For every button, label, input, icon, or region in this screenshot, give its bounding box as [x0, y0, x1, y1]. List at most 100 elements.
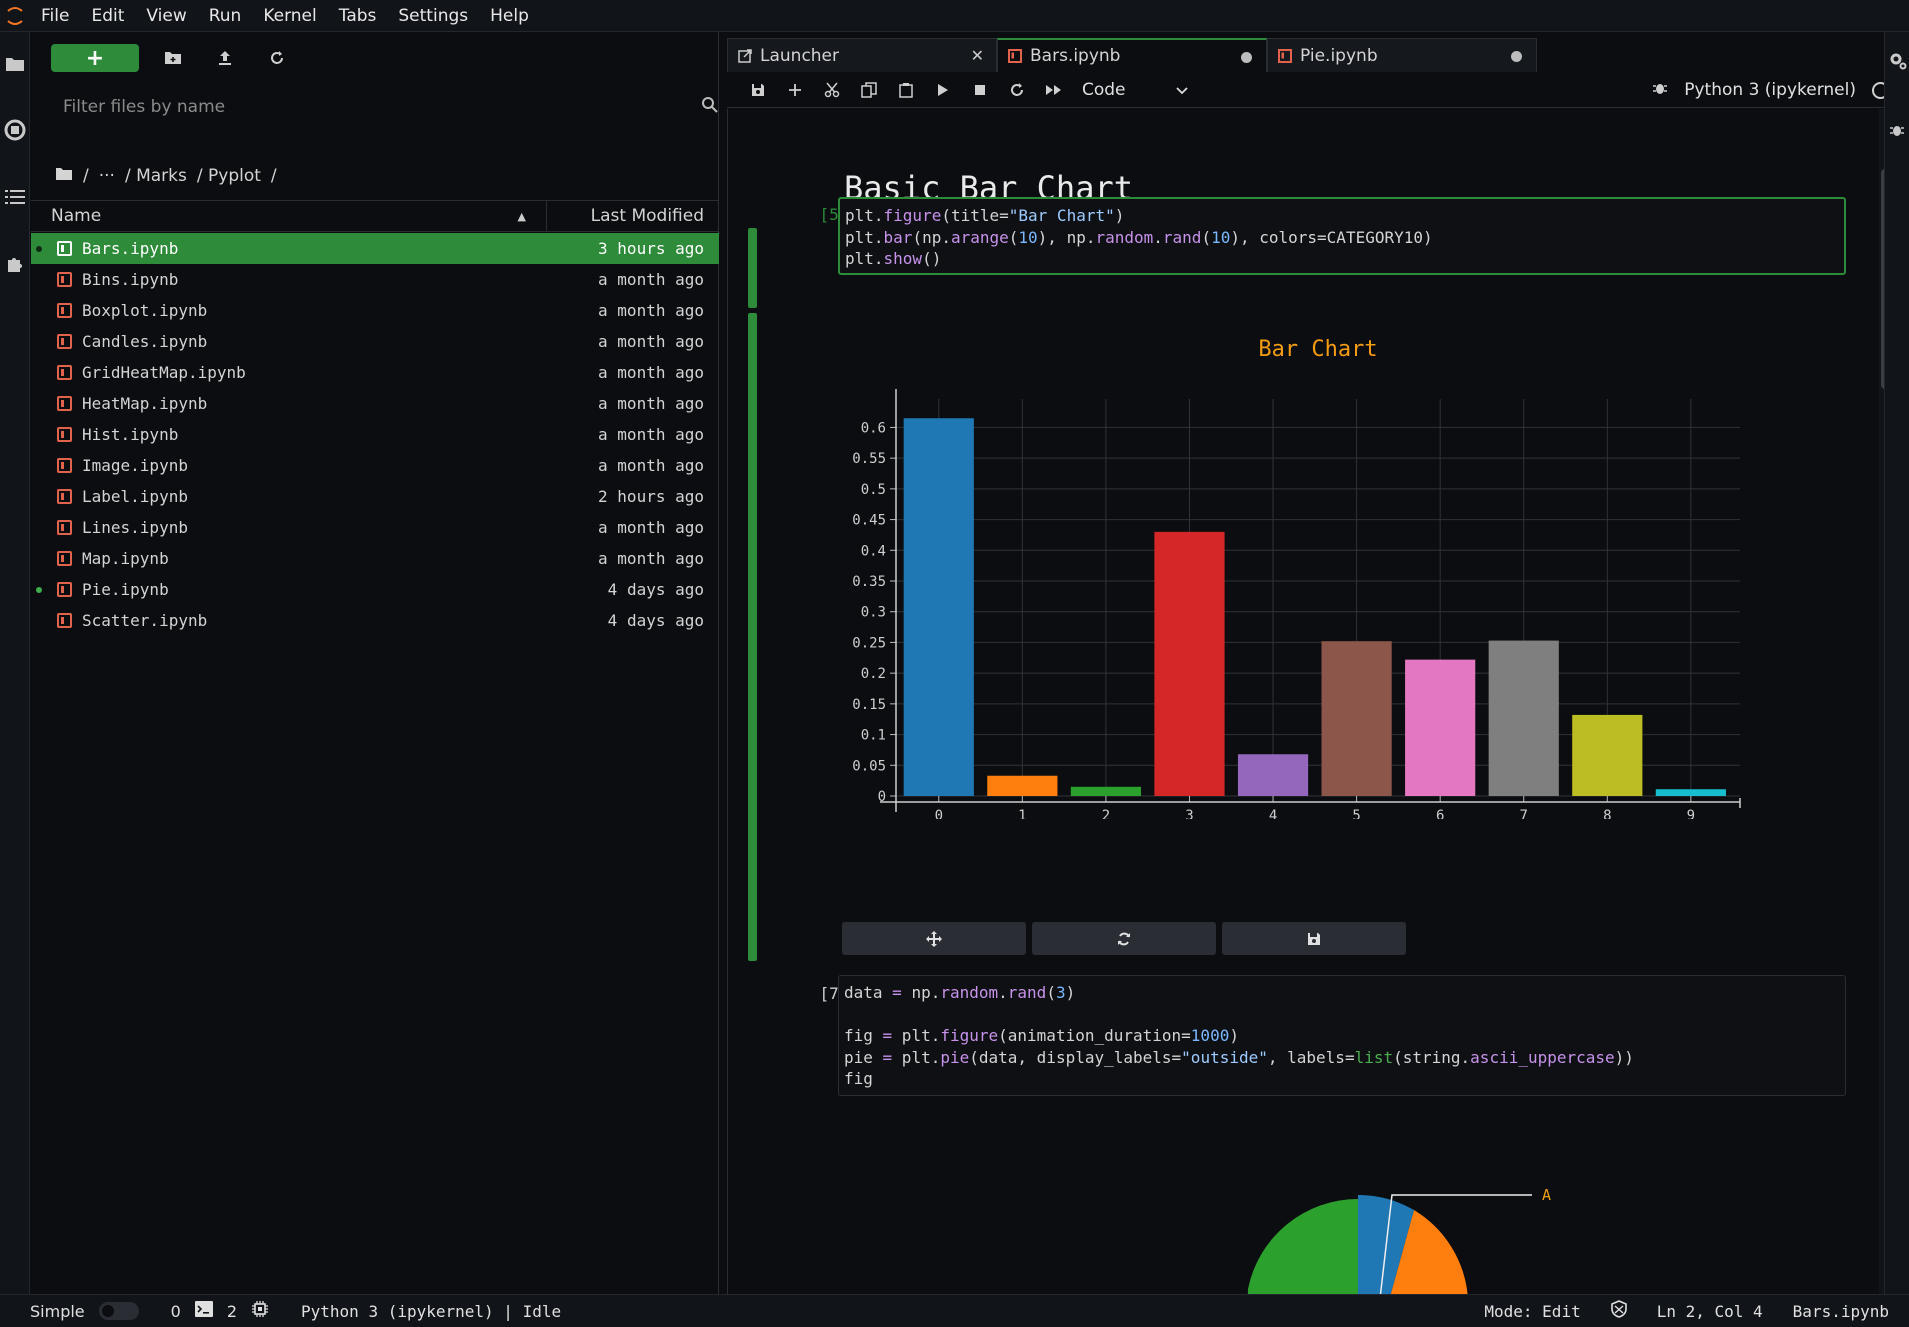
- save-figure-button[interactable]: [1222, 922, 1406, 955]
- file-row[interactable]: Scatter.ipynb 4 days ago: [31, 605, 719, 636]
- file-modified: 3 hours ago: [598, 239, 704, 258]
- menu-edit[interactable]: Edit: [80, 0, 135, 32]
- current-file-name: Bars.ipynb: [1792, 1301, 1889, 1321]
- stop-icon[interactable]: [961, 76, 998, 104]
- paste-icon[interactable]: [887, 76, 924, 104]
- extension-puzzle-icon[interactable]: [3, 252, 27, 276]
- pan-zoom-button[interactable]: [842, 922, 1026, 955]
- upload-icon[interactable]: [199, 44, 251, 72]
- tab-bars-notebook[interactable]: Bars.ipynb: [997, 38, 1267, 72]
- refresh-icon: [1118, 932, 1130, 945]
- file-row[interactable]: Hist.ipynb a month ago: [31, 419, 719, 450]
- output-collapser[interactable]: [748, 313, 757, 961]
- breadcrumb-marks[interactable]: / Marks: [125, 166, 187, 186]
- file-row[interactable]: Boxplot.ipynb a month ago: [31, 295, 719, 326]
- file-modified: a month ago: [598, 549, 704, 568]
- folder-icon[interactable]: [3, 52, 27, 76]
- notebook-icon: [57, 272, 72, 287]
- tab-pie-notebook[interactable]: Pie.ipynb: [1267, 38, 1537, 72]
- reset-button[interactable]: [1032, 922, 1216, 955]
- kernel-count[interactable]: 2: [227, 1302, 237, 1321]
- menu-kernel[interactable]: Kernel: [252, 0, 327, 32]
- running-indicator-icon: [36, 586, 42, 593]
- menu-help[interactable]: Help: [479, 0, 540, 32]
- debugger-icon[interactable]: [1889, 122, 1905, 142]
- cut-icon[interactable]: [813, 76, 850, 104]
- debugger-icon[interactable]: [1652, 80, 1668, 101]
- menu-view[interactable]: View: [135, 0, 197, 32]
- file-modified: a month ago: [598, 301, 704, 320]
- run-icon[interactable]: [924, 76, 961, 104]
- home-folder-icon[interactable]: [55, 166, 73, 186]
- new-launcher-button[interactable]: +: [51, 44, 139, 72]
- cell-collapser[interactable]: [748, 228, 757, 308]
- menu-tabs[interactable]: Tabs: [328, 0, 388, 32]
- tab-launcher[interactable]: Launcher ✕: [727, 38, 997, 72]
- x-tick-label: 7: [1520, 808, 1528, 819]
- tab-label: Pie.ipynb: [1300, 45, 1378, 66]
- name-column-header[interactable]: Name ▲: [31, 201, 547, 231]
- restart-run-all-icon[interactable]: [1035, 76, 1072, 104]
- new-folder-icon[interactable]: [147, 44, 199, 72]
- modified-column-header[interactable]: Last Modified: [547, 206, 719, 226]
- file-row[interactable]: Bins.ipynb a month ago: [31, 264, 719, 295]
- copy-icon[interactable]: [850, 76, 887, 104]
- file-row[interactable]: Map.ipynb a month ago: [31, 543, 719, 574]
- file-row[interactable]: Image.ipynb a month ago: [31, 450, 719, 481]
- pie-slice-c: [1247, 1198, 1358, 1294]
- notebook-icon: [57, 489, 72, 504]
- table-of-contents-icon[interactable]: [3, 185, 27, 209]
- file-row[interactable]: Candles.ipynb a month ago: [31, 326, 719, 357]
- file-row[interactable]: HeatMap.ipynb a month ago: [31, 388, 719, 419]
- code-cell-editor[interactable]: plt.figure(title="Bar Chart") plt.bar(np…: [838, 197, 1846, 275]
- property-inspector-icon[interactable]: [1889, 52, 1907, 74]
- restart-kernel-icon[interactable]: [998, 76, 1035, 104]
- file-name: GridHeatMap.ipynb: [82, 363, 246, 382]
- cell-type-select[interactable]: Code: [1082, 80, 1188, 100]
- search-icon[interactable]: [701, 96, 719, 118]
- terminal-count[interactable]: 0: [171, 1302, 181, 1321]
- code-cell-editor[interactable]: data = np.random.rand(3) fig = plt.figur…: [838, 975, 1846, 1096]
- breadcrumb-root[interactable]: /: [83, 166, 89, 186]
- file-name: Scatter.ipynb: [82, 611, 208, 630]
- file-browser: + / ··· / Marks / Pyplot / Name ▲ Last M…: [31, 32, 719, 1294]
- breadcrumb-pyplot[interactable]: / Pyplot: [197, 166, 261, 186]
- menu-settings[interactable]: Settings: [387, 0, 479, 32]
- kernel-status-text[interactable]: Python 3 (ipykernel) | Idle: [301, 1302, 561, 1321]
- unsaved-indicator-icon[interactable]: [1241, 52, 1252, 63]
- file-modified: a month ago: [598, 363, 704, 382]
- bar: [1488, 640, 1559, 796]
- kernel-name[interactable]: Python 3 (ipykernel): [1684, 80, 1856, 100]
- simple-mode-toggle[interactable]: [98, 1302, 139, 1320]
- trusted-shield-icon[interactable]: [1610, 1300, 1627, 1322]
- filter-input[interactable]: [51, 97, 651, 117]
- file-row[interactable]: Pie.ipynb 4 days ago: [31, 574, 719, 605]
- file-row[interactable]: Bars.ipynb 3 hours ago: [31, 233, 719, 264]
- cell-type-value: Code: [1082, 79, 1126, 100]
- cursor-position[interactable]: Ln 2, Col 4: [1657, 1302, 1763, 1321]
- file-row[interactable]: GridHeatMap.ipynb a month ago: [31, 357, 719, 388]
- file-row[interactable]: Lines.ipynb a month ago: [31, 512, 719, 543]
- name-column-label: Name: [51, 206, 102, 226]
- notebook-icon: [57, 241, 72, 256]
- file-row[interactable]: Label.ipynb 2 hours ago: [31, 481, 719, 512]
- unsaved-indicator-icon[interactable]: [1511, 51, 1522, 62]
- add-cell-icon[interactable]: [776, 76, 813, 104]
- close-icon[interactable]: ✕: [971, 46, 984, 65]
- sort-ascending-icon: ▲: [517, 209, 526, 223]
- file-modified: 2 hours ago: [598, 487, 704, 506]
- menu-run[interactable]: Run: [198, 0, 253, 32]
- running-sessions-icon[interactable]: [3, 118, 27, 142]
- y-tick-label: 0.4: [861, 543, 886, 559]
- notebook-icon: [57, 365, 72, 380]
- menu-file[interactable]: File: [30, 0, 80, 32]
- y-tick-label: 0.25: [852, 635, 886, 651]
- bar: [1237, 754, 1309, 796]
- save-icon[interactable]: [739, 76, 776, 104]
- file-name: Image.ipynb: [82, 456, 188, 475]
- tab-label: Launcher: [760, 45, 840, 66]
- bar: [987, 775, 1058, 796]
- x-tick-label: 1: [1018, 808, 1026, 819]
- breadcrumb-ellipsis[interactable]: ···: [99, 166, 115, 186]
- refresh-icon[interactable]: [251, 44, 303, 72]
